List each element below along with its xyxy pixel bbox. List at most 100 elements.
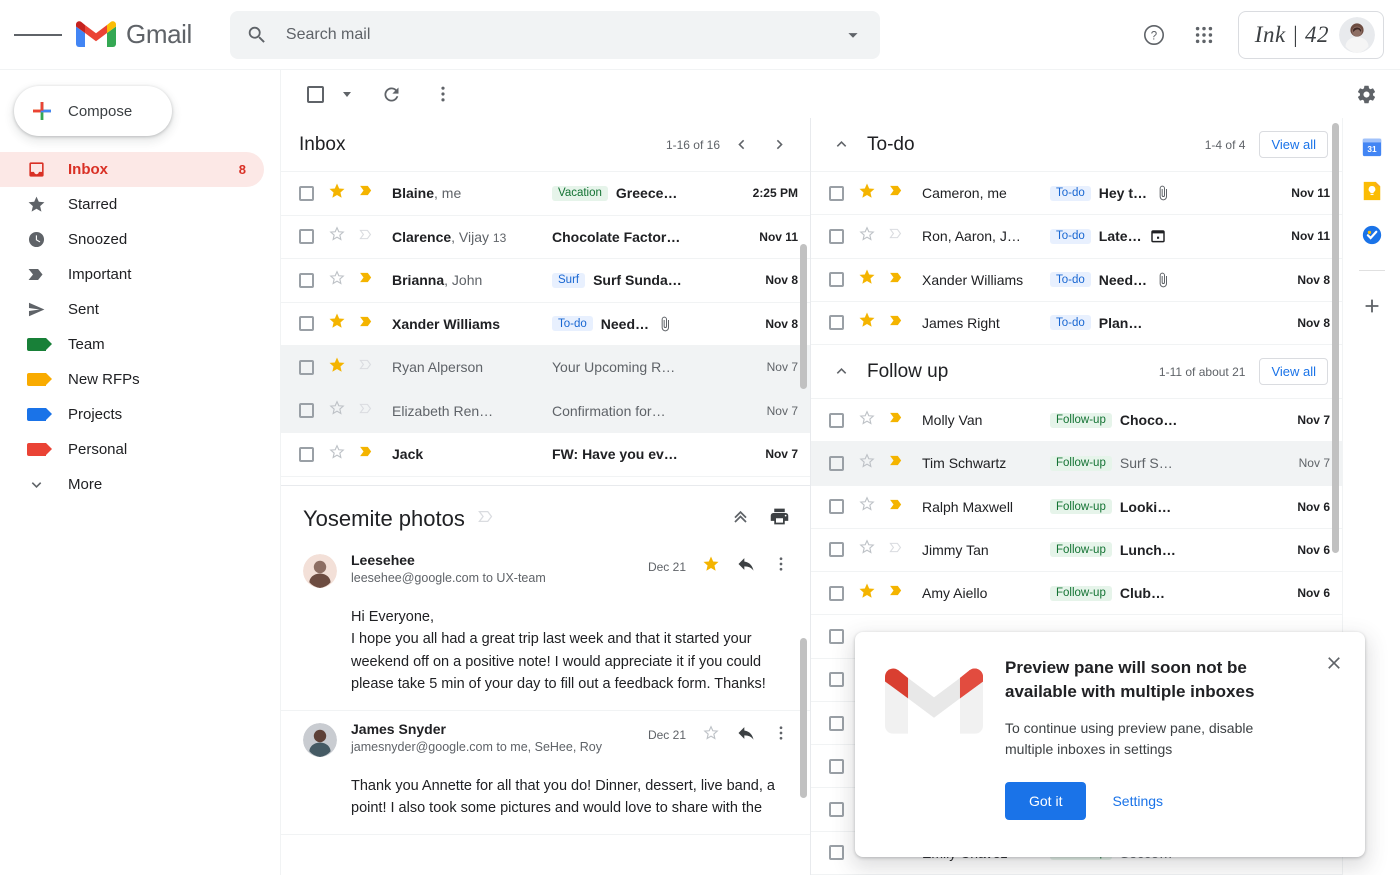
label-chip[interactable]: Vacation: [552, 186, 608, 201]
row-checkbox[interactable]: [829, 845, 844, 860]
row-checkbox[interactable]: [299, 273, 314, 288]
table-row[interactable]: Jimmy Tan Follow-upLunch… Nov 6: [811, 529, 1342, 572]
row-checkbox[interactable]: [299, 316, 314, 331]
star-icon[interactable]: [858, 182, 876, 200]
label-chip[interactable]: Follow-up: [1050, 413, 1112, 428]
collapse-all-icon[interactable]: [730, 506, 751, 532]
table-row[interactable]: James Right To-doPlan… Nov 8: [811, 302, 1342, 345]
refresh-button[interactable]: [373, 76, 409, 112]
select-dropdown-icon[interactable]: [343, 92, 351, 97]
table-row[interactable]: Amy Aiello Follow-upClub… Nov 6: [811, 572, 1342, 615]
label-chip[interactable]: To-do: [1050, 229, 1091, 244]
star-icon[interactable]: [858, 495, 876, 513]
star-icon[interactable]: [858, 409, 876, 427]
star-icon[interactable]: [702, 724, 720, 742]
row-checkbox[interactable]: [299, 447, 314, 462]
message[interactable]: James Snyder jamesnyder@google.com to me…: [281, 711, 810, 835]
star-icon[interactable]: [858, 268, 876, 286]
print-icon[interactable]: [769, 506, 790, 532]
google-tasks-icon[interactable]: [1361, 224, 1383, 246]
important-icon[interactable]: [888, 409, 905, 426]
reading-pane-scrollbar[interactable]: [800, 638, 807, 798]
row-checkbox[interactable]: [829, 802, 844, 817]
star-icon[interactable]: [858, 582, 876, 600]
more-vertical-icon[interactable]: [772, 555, 790, 578]
attachment-icon[interactable]: [1155, 272, 1171, 288]
row-checkbox[interactable]: [829, 186, 844, 201]
star-icon[interactable]: [328, 443, 346, 461]
more-vertical-icon[interactable]: [772, 724, 790, 747]
table-row[interactable]: Xander Williams To-doNeed… Nov 8: [281, 303, 810, 347]
inbox-list[interactable]: Blaine, me VacationGreece… 2:25 PM Clare…: [281, 172, 810, 485]
apps-grid-icon[interactable]: [1182, 13, 1226, 57]
row-checkbox[interactable]: [829, 586, 844, 601]
important-icon[interactable]: [888, 582, 905, 599]
settings-link[interactable]: Settings: [1096, 782, 1179, 820]
important-icon[interactable]: [477, 507, 496, 531]
row-checkbox[interactable]: [299, 186, 314, 201]
row-checkbox[interactable]: [829, 272, 844, 287]
chevron-up-icon[interactable]: [829, 362, 853, 381]
compose-button[interactable]: Compose: [14, 86, 172, 136]
star-icon[interactable]: [328, 399, 346, 417]
google-calendar-icon[interactable]: 31: [1361, 136, 1383, 158]
attachment-icon[interactable]: [657, 316, 673, 332]
reply-icon[interactable]: [736, 723, 756, 748]
row-checkbox[interactable]: [299, 403, 314, 418]
important-icon[interactable]: [888, 182, 905, 199]
important-icon[interactable]: [358, 356, 375, 373]
next-page-button[interactable]: [762, 128, 796, 162]
chevron-up-icon[interactable]: [829, 135, 853, 154]
sidebar-item-important[interactable]: Important: [0, 257, 264, 292]
hamburger-icon[interactable]: [14, 11, 62, 59]
star-icon[interactable]: [702, 555, 720, 573]
table-row[interactable]: Blaine, me VacationGreece… 2:25 PM: [281, 172, 810, 216]
reply-icon[interactable]: [736, 554, 756, 579]
row-checkbox[interactable]: [829, 456, 844, 471]
search-input[interactable]: [286, 26, 842, 44]
chevron-down-icon[interactable]: [842, 24, 864, 46]
row-checkbox[interactable]: [829, 413, 844, 428]
important-icon[interactable]: [888, 225, 905, 242]
sidebar-item-personal[interactable]: Personal: [0, 432, 264, 467]
table-row[interactable]: Jack FW: Have you ev… Nov 7: [281, 433, 810, 477]
star-icon[interactable]: [328, 225, 346, 243]
table-row[interactable]: Ron, Aaron, J… To-doLate… Nov 11: [811, 215, 1342, 258]
view-all-button[interactable]: View all: [1259, 131, 1328, 158]
label-chip[interactable]: To-do: [1050, 272, 1091, 287]
table-row[interactable]: Clarence, Vijay 13 Chocolate Factor… Nov…: [281, 216, 810, 260]
search-bar[interactable]: [230, 11, 880, 59]
sidebar-item-inbox[interactable]: Inbox 8: [0, 152, 264, 187]
sidebar-item-team[interactable]: Team: [0, 327, 264, 362]
row-checkbox[interactable]: [829, 759, 844, 774]
label-chip[interactable]: Follow-up: [1050, 456, 1112, 471]
star-icon[interactable]: [702, 555, 720, 578]
close-icon[interactable]: [1317, 646, 1351, 680]
account-pill[interactable]: Ink | 42: [1238, 11, 1384, 59]
star-icon[interactable]: [858, 225, 876, 243]
table-row[interactable]: Cameron, me To-doHey t… Nov 11: [811, 172, 1342, 215]
row-checkbox[interactable]: [829, 672, 844, 687]
star-icon[interactable]: [328, 356, 346, 374]
sidebar-item-projects[interactable]: Projects: [0, 397, 264, 432]
star-icon[interactable]: [328, 269, 346, 287]
label-chip[interactable]: To-do: [1050, 315, 1091, 330]
plus-icon[interactable]: [1361, 295, 1383, 317]
row-checkbox[interactable]: [299, 229, 314, 244]
sidebar-item-new-rfps[interactable]: New RFPs: [0, 362, 264, 397]
star-icon[interactable]: [328, 312, 346, 330]
table-row[interactable]: Molly Van Follow-upChoco… Nov 7: [811, 399, 1342, 442]
label-chip[interactable]: To-do: [552, 316, 593, 331]
important-icon[interactable]: [358, 400, 375, 417]
important-icon[interactable]: [358, 443, 375, 460]
message[interactable]: Leesehee leesehee@google.com to UX-team …: [281, 542, 810, 711]
important-icon[interactable]: [358, 226, 375, 243]
sidebar-item-sent[interactable]: Sent: [0, 292, 264, 327]
select-all-checkbox[interactable]: [297, 76, 333, 112]
label-chip[interactable]: Surf: [552, 273, 585, 288]
table-row[interactable]: Brianna, John SurfSurf Sunda… Nov 8: [281, 259, 810, 303]
row-checkbox[interactable]: [829, 542, 844, 557]
settings-button[interactable]: [1348, 76, 1384, 112]
star-icon[interactable]: [858, 452, 876, 470]
star-icon[interactable]: [328, 182, 346, 200]
